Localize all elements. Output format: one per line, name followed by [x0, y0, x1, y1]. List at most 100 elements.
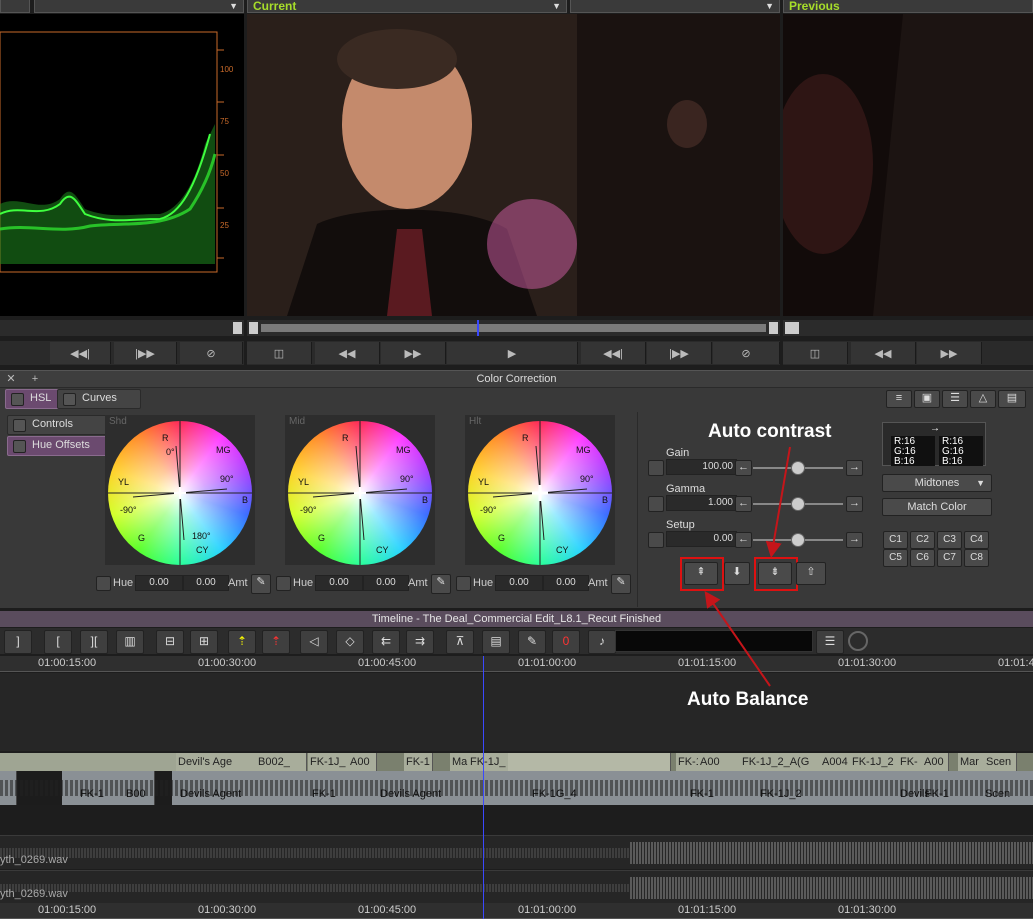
midtones-hue-checkbox[interactable] [276, 576, 291, 591]
scrub-bar-left[interactable] [0, 320, 244, 336]
arrow-right-icon[interactable]: → [846, 496, 863, 512]
speaker-icon[interactable]: ♪ [588, 630, 616, 654]
audio-track-2[interactable]: yth_0269.wav [0, 835, 1033, 869]
c1-button[interactable]: C1 [883, 531, 908, 549]
eyedropper-icon[interactable]: ✎ [251, 574, 271, 594]
eyedropper-icon[interactable]: ✎ [431, 574, 451, 594]
highlights-color-wheel[interactable]: R MG B CY G YL 90° -90° [468, 421, 612, 565]
video-track[interactable]: Devil's Age B002_ FK-1J_ A00 FK-1 Ma FK-… [0, 753, 1033, 771]
setup-field[interactable]: 0.00 [666, 531, 737, 547]
clip[interactable]: FK-1J_ [308, 753, 351, 771]
fast-forward-button-right[interactable]: ▶▶ [917, 342, 982, 364]
clip[interactable]: FK-1J_ [468, 753, 511, 771]
clip[interactable]: B002_ [256, 753, 307, 771]
timeline-ruler-bottom[interactable]: 01:00:15:00 01:00:30:00 01:00:45:00 01:0… [0, 903, 1033, 919]
trim-icon[interactable]: ◁ [300, 630, 328, 654]
gamma-slider-knob[interactable] [791, 497, 805, 511]
pencil-icon[interactable]: ✎ [518, 630, 546, 654]
clip[interactable]: Mar [958, 753, 987, 771]
shadows-hue-checkbox[interactable] [96, 576, 111, 591]
fast-forward-button[interactable]: ▶▶ [381, 342, 446, 364]
c6-button[interactable]: C6 [910, 549, 935, 567]
play-button[interactable]: ▶ [447, 342, 578, 364]
clip[interactable]: FK-1 [404, 753, 433, 771]
layers-icon[interactable]: ▤ [998, 390, 1026, 408]
mark-out-icon[interactable]: ] [4, 630, 32, 654]
clip[interactable]: Devil's Age [176, 753, 235, 771]
audio-track-1[interactable]: FK-1 B00 Devils Agent FK-1 Devils Agent … [0, 771, 1033, 805]
mark-clip-icon[interactable]: ▥ [116, 630, 144, 654]
match-color-button[interactable]: Match Color [882, 498, 992, 516]
scrub-bar-previous[interactable] [783, 320, 1033, 336]
step-back-button-2[interactable]: ◀◀| [581, 342, 646, 364]
setup-checkbox[interactable] [648, 532, 664, 548]
midtones-hue-field[interactable]: 0.00 [315, 575, 363, 591]
clip[interactable]: A00 [922, 753, 949, 771]
gain-checkbox[interactable] [648, 460, 664, 476]
clip[interactable]: Scen [984, 753, 1017, 771]
splice-icon[interactable]: ⊟ [156, 630, 184, 654]
nudge-left-icon[interactable]: ⇇ [372, 630, 400, 654]
audio-track-3[interactable]: yth_0269.wav [0, 870, 1033, 904]
source-selector-1[interactable] [0, 0, 30, 13]
highlights-hue-field[interactable]: 0.00 [495, 575, 543, 591]
close-icon[interactable]: ✕ [4, 372, 18, 386]
eyedropper-icon[interactable]: ✎ [611, 574, 631, 594]
auto-white-button[interactable]: ⇧ [796, 562, 826, 585]
lift-icon[interactable]: ⇡ [228, 630, 256, 654]
record-icon[interactable] [848, 631, 868, 651]
c8-button[interactable]: C8 [964, 549, 989, 567]
gain-field[interactable]: 100.00 [666, 459, 737, 475]
arrow-right-icon[interactable]: → [846, 532, 863, 548]
overwrite-icon[interactable]: ⊞ [190, 630, 218, 654]
clip[interactable]: A00 [348, 753, 377, 771]
c7-button[interactable]: C7 [937, 549, 962, 567]
midtones-amt-field[interactable]: 0.00 [363, 575, 409, 591]
tab-hue-offsets[interactable]: Hue Offsets [7, 436, 113, 456]
clip[interactable]: FK-1J_2 [850, 753, 899, 771]
current-selector[interactable]: Current ▼ [247, 0, 567, 13]
menu-icon[interactable]: ☰ [816, 630, 844, 654]
split-view-button[interactable]: ◫ [247, 342, 312, 364]
trim-roll-icon[interactable]: ◇ [336, 630, 364, 654]
c2-button[interactable]: C2 [910, 531, 935, 549]
step-forward-button[interactable]: |▶▶ [114, 342, 177, 364]
shadows-color-wheel[interactable]: R MG B CY G YL 0° 90° -90° 180° [108, 421, 252, 565]
tab-curves[interactable]: Curves [57, 389, 141, 409]
c3-button[interactable]: C3 [937, 531, 962, 549]
scrub-bar-current[interactable] [247, 320, 780, 336]
clip[interactable]: A00 [698, 753, 743, 771]
arrow-right-icon[interactable]: → [846, 460, 863, 476]
setup-slider-knob[interactable] [791, 533, 805, 547]
color-swatch-icon[interactable]: ▣ [914, 390, 940, 408]
sliders-icon[interactable]: ≡ [886, 390, 912, 408]
clip[interactable] [232, 753, 259, 771]
gain-slider-knob[interactable] [791, 461, 805, 475]
red-zero[interactable]: 0 [552, 630, 580, 654]
list-icon[interactable]: ☰ [942, 390, 968, 408]
position-indicator[interactable] [477, 320, 479, 336]
tab-controls[interactable]: Controls [7, 415, 113, 435]
shadows-hue-field[interactable]: 0.00 [135, 575, 183, 591]
c5-button[interactable]: C5 [883, 549, 908, 567]
auto-black-button[interactable]: ⬇ [724, 562, 750, 585]
warning-icon[interactable]: △ [970, 390, 996, 408]
midtones-color-wheel[interactable]: R MG B CY G YL 90° -90° [288, 421, 432, 565]
midtones-dropdown[interactable]: Midtones ▼ [882, 474, 992, 492]
nudge-right-icon[interactable]: ⇉ [406, 630, 434, 654]
highlights-hue-checkbox[interactable] [456, 576, 471, 591]
split-view-button-right[interactable]: ◫ [783, 342, 848, 364]
timeline-playhead[interactable] [483, 656, 484, 919]
mark-in-icon[interactable]: [ [44, 630, 72, 654]
rewind-button-right[interactable]: ◀◀ [851, 342, 916, 364]
top-icon[interactable]: ⊼ [446, 630, 474, 654]
clip-group[interactable] [0, 753, 179, 771]
arrow-left-icon[interactable]: ← [735, 460, 752, 476]
source-selector-2[interactable]: ▼ [34, 0, 244, 13]
arrow-left-icon[interactable]: ← [735, 532, 752, 548]
gamma-checkbox[interactable] [648, 496, 664, 512]
c4-button[interactable]: C4 [964, 531, 989, 549]
rewind-button[interactable]: ◀◀ [315, 342, 380, 364]
clip[interactable]: FK- [898, 753, 923, 771]
bypass-button[interactable]: ⊘ [180, 342, 243, 364]
